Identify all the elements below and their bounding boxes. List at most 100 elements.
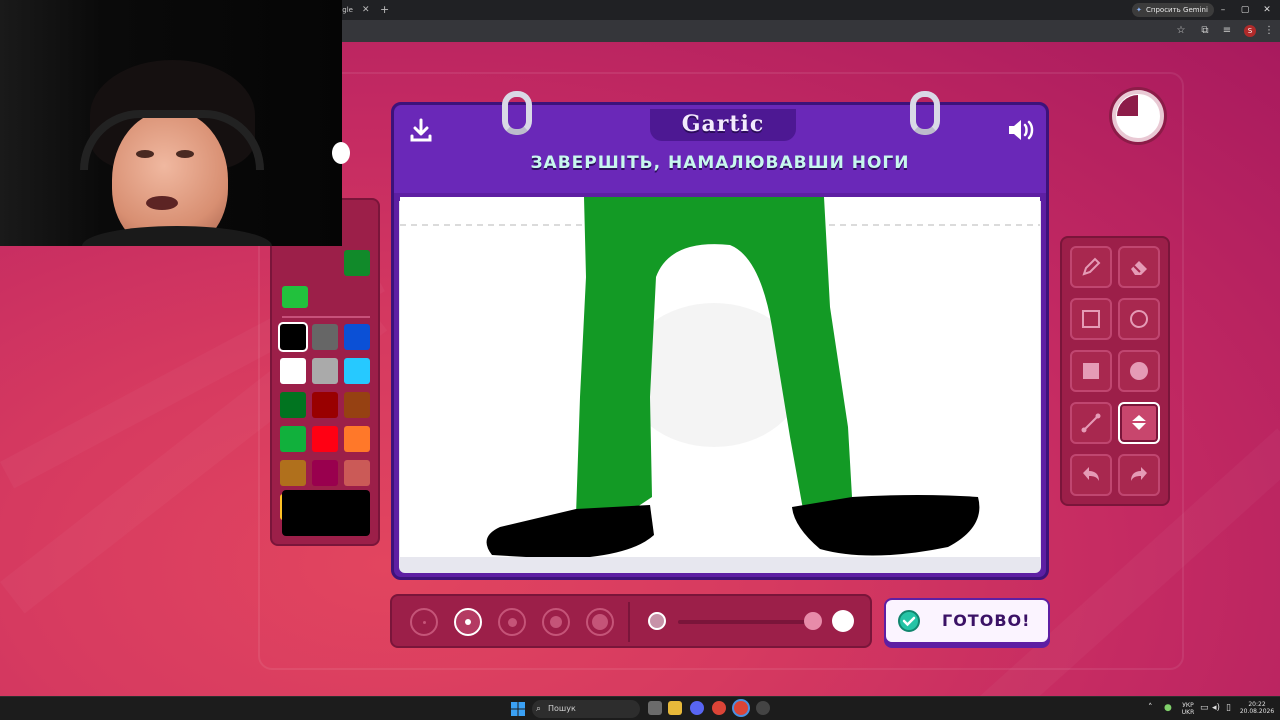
color-swatch[interactable]: [312, 324, 338, 350]
circle-outline-icon: [1130, 310, 1148, 328]
pencil-tool[interactable]: [1070, 246, 1112, 288]
brush-controls: [390, 594, 872, 648]
line-icon: [1081, 413, 1101, 433]
controls-divider: [628, 602, 630, 642]
gartic-logo: Gartic: [681, 111, 765, 137]
tray-chevron-icon[interactable]: ˄: [1148, 701, 1153, 715]
color-swatch[interactable]: [344, 358, 370, 384]
circle-fill-icon: [1130, 362, 1148, 380]
checkmark-icon: [898, 610, 920, 632]
volume-icon[interactable]: ◂): [1212, 701, 1220, 715]
close-window-icon[interactable]: ✕: [1256, 0, 1278, 20]
windows-taskbar: Пошук ⌕ ˄ ● УКР UKR ▭ ◂) ▯ 20:22 20.08.2…: [0, 696, 1280, 720]
new-tab-icon[interactable]: +: [380, 0, 389, 20]
opacity-slider-track[interactable]: [678, 620, 810, 624]
brush-size-3[interactable]: [498, 608, 526, 636]
redo-icon: [1131, 467, 1147, 481]
color-swatch[interactable]: [280, 392, 306, 418]
color-swatch[interactable]: [280, 358, 306, 384]
rectangle-outline-tool[interactable]: [1070, 298, 1112, 340]
opacity-max-icon: [832, 610, 854, 632]
gemini-label: Спросить Gemini: [1146, 6, 1208, 14]
round-timer: [1112, 90, 1164, 142]
sound-icon[interactable]: [1006, 117, 1036, 143]
chrome-icon[interactable]: [712, 701, 726, 715]
recent-color-swatch[interactable]: [282, 286, 308, 308]
task-view-icon[interactable]: [648, 701, 662, 715]
app-icon[interactable]: [756, 701, 770, 715]
line-tool[interactable]: [1070, 402, 1112, 444]
file-explorer-icon[interactable]: [668, 701, 682, 715]
clock-date: 20.08.2026: [1239, 708, 1275, 715]
download-icon[interactable]: [408, 117, 434, 143]
brush-size-1[interactable]: [410, 608, 438, 636]
done-button[interactable]: ГОТОВО!: [884, 598, 1050, 644]
brush-size-5[interactable]: [586, 608, 614, 636]
microphone-icon[interactable]: ●: [1164, 701, 1172, 715]
search-icon: ⌕: [536, 704, 542, 714]
timer-dial-icon: [1117, 95, 1159, 137]
minimize-icon[interactable]: –: [1212, 0, 1234, 20]
color-swatch[interactable]: [344, 324, 370, 350]
drawing-svg: [400, 197, 1040, 557]
fill-bucket-icon: [1131, 415, 1147, 430]
brush-size-2[interactable]: [454, 608, 482, 636]
color-swatch[interactable]: [280, 426, 306, 452]
webcam-overlay: [0, 0, 342, 246]
restore-icon[interactable]: ▢: [1234, 0, 1256, 20]
star-icon[interactable]: ☆: [1172, 20, 1190, 42]
rectangle-fill-tool[interactable]: [1070, 350, 1112, 392]
menu-icon[interactable]: ⋮: [1260, 20, 1278, 42]
profile-icon[interactable]: S: [1244, 25, 1256, 37]
language-bottom: UKR: [1181, 709, 1195, 716]
pencil-icon: [1082, 257, 1101, 276]
color-swatch[interactable]: [344, 426, 370, 452]
drawn-left-shoe: [486, 505, 654, 557]
gemini-button[interactable]: ✦ Спросить Gemini: [1132, 3, 1214, 17]
tab-close-icon[interactable]: ✕: [362, 0, 370, 20]
undo-tool[interactable]: [1070, 454, 1112, 496]
color-swatch[interactable]: [344, 460, 370, 486]
language-top: УКР: [1182, 702, 1194, 709]
clock-time: 20:22: [1248, 701, 1266, 708]
chrome-active-icon[interactable]: [734, 701, 748, 715]
opacity-min-icon: [648, 612, 666, 630]
color-swatch[interactable]: [312, 460, 338, 486]
palette-divider: [282, 316, 370, 318]
drawing-board: Gartic ЗАВЕРШІТЬ, НАМАЛЮВАВШИ НОГИ: [391, 91, 1049, 580]
clock[interactable]: 20:22 20.08.2026: [1238, 701, 1276, 715]
opacity-slider-handle[interactable]: [804, 612, 822, 630]
current-color-preview: [282, 490, 370, 536]
color-swatch[interactable]: [344, 392, 370, 418]
eraser-tool[interactable]: [1118, 246, 1160, 288]
network-icon[interactable]: ▭: [1200, 701, 1209, 715]
done-button-label: ГОТОВО!: [942, 611, 1031, 630]
circle-outline-tool[interactable]: [1118, 298, 1160, 340]
color-swatch[interactable]: [312, 392, 338, 418]
windows-start-icon[interactable]: [511, 702, 525, 716]
language-indicator[interactable]: УКР UKR: [1180, 702, 1196, 716]
discord-icon[interactable]: [690, 701, 704, 715]
recent-color-swatch[interactable]: [344, 250, 370, 276]
drawing-canvas[interactable]: [400, 197, 1040, 557]
drawn-right-shoe: [792, 495, 980, 556]
brush-size-4[interactable]: [542, 608, 570, 636]
notebook-ring-right: [910, 91, 940, 135]
eraser-icon: [1131, 261, 1147, 275]
taskbar-search[interactable]: Пошук: [532, 700, 640, 718]
color-swatch[interactable]: [278, 322, 308, 352]
color-swatch[interactable]: [312, 358, 338, 384]
side-indicator: [332, 142, 350, 164]
streamer-mouth: [146, 196, 178, 210]
circle-fill-tool[interactable]: [1118, 350, 1160, 392]
undo-icon: [1083, 467, 1099, 481]
rectangle-fill-icon: [1083, 363, 1099, 379]
media-icon[interactable]: ≡: [1218, 20, 1236, 42]
gemini-spark-icon: ✦: [1136, 6, 1142, 14]
color-swatch[interactable]: [312, 426, 338, 452]
battery-icon[interactable]: ▯: [1226, 701, 1231, 715]
redo-tool[interactable]: [1118, 454, 1160, 496]
extensions-icon[interactable]: ⧉: [1196, 20, 1214, 42]
fill-bucket-tool[interactable]: [1118, 402, 1160, 444]
color-swatch[interactable]: [280, 460, 306, 486]
